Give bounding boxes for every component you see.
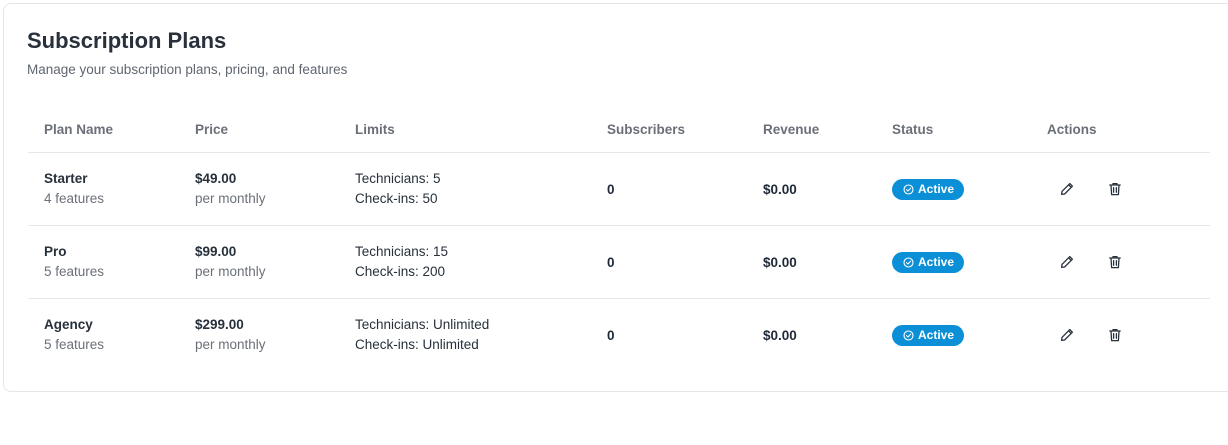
delete-plan-button[interactable] [1103,177,1127,201]
plan-features-count: 5 features [44,264,105,279]
column-header-actions: Actions [1047,122,1097,137]
subscription-plans-card: Subscription Plans Manage your subscript… [3,3,1228,392]
delete-plan-button[interactable] [1103,250,1127,274]
plan-billing-period: per monthly [195,264,266,279]
status-label: Active [918,328,955,342]
limit-checkins: Check-ins: 200 [355,264,446,279]
status-cell: Active [892,153,965,225]
trash-icon [1109,328,1121,342]
limits-cell: Technicians: Unlimited Check-ins: Unlimi… [355,299,489,371]
plan-name: Starter [44,171,88,186]
status-badge: Active [892,251,965,273]
revenue-cell: $0.00 [763,299,797,371]
revenue-value: $0.00 [763,254,797,270]
check-circle-icon [903,183,914,195]
actions-cell [1047,226,1127,298]
plan-name-cell: Starter 4 features [44,153,104,225]
status-badge: Active [892,178,965,200]
plan-name-cell: Agency 5 features [44,299,104,371]
edit-plan-button[interactable] [1055,177,1079,201]
check-circle-icon [903,329,914,341]
price-cell: $49.00 per monthly [195,153,266,225]
column-header-status: Status [892,122,934,137]
plan-name: Pro [44,244,67,259]
plan-features-count: 4 features [44,191,105,206]
plan-features-count: 5 features [44,337,105,352]
table-row: Pro 5 features $99.00 per monthly Techni… [28,225,1210,298]
status-badge: Active [892,324,965,346]
column-header-price: Price [195,122,229,137]
status-label: Active [918,255,955,269]
page-title: Subscription Plans [27,28,227,53]
plans-table: Plan Name Price Limits Subscribers Reven… [28,112,1210,371]
plan-billing-period: per monthly [195,337,266,352]
subscribers-cell: 0 [607,299,615,371]
pencil-icon [1060,182,1074,196]
edit-plan-button[interactable] [1055,323,1079,347]
limits-cell: Technicians: 5 Check-ins: 50 [355,153,441,225]
column-header-subscribers: Subscribers [607,122,686,137]
plan-price: $299.00 [195,317,244,332]
status-cell: Active [892,226,965,298]
row-actions [1047,250,1127,274]
plan-name-cell: Pro 5 features [44,226,104,298]
pencil-icon [1060,255,1074,269]
table-row: Agency 5 features $299.00 per monthly Te… [28,298,1210,371]
plan-billing-period: per monthly [195,191,266,206]
table-row: Starter 4 features $49.00 per monthly Te… [28,152,1210,225]
trash-icon [1109,182,1121,196]
column-header-plan-name: Plan Name [44,122,114,137]
limit-checkins: Check-ins: Unlimited [355,337,479,352]
column-header-revenue: Revenue [763,122,820,137]
subscriber-count: 0 [607,181,615,197]
trash-icon [1109,255,1121,269]
price-cell: $299.00 per monthly [195,299,266,371]
plan-price: $49.00 [195,171,237,186]
subscribers-cell: 0 [607,226,615,298]
table-header: Plan Name Price Limits Subscribers Reven… [28,112,1210,152]
limit-checkins: Check-ins: 50 [355,191,438,206]
check-circle-icon [903,256,914,268]
pencil-icon [1060,328,1074,342]
plan-name: Agency [44,317,93,332]
revenue-value: $0.00 [763,181,797,197]
limit-technicians: Technicians: 5 [355,171,441,186]
limits-cell: Technicians: 15 Check-ins: 200 [355,226,448,298]
row-actions [1047,323,1127,347]
status-label: Active [918,182,955,196]
subscriber-count: 0 [607,327,615,343]
revenue-cell: $0.00 [763,226,797,298]
column-header-limits: Limits [355,122,395,137]
subscriber-count: 0 [607,254,615,270]
actions-cell [1047,299,1127,371]
actions-cell [1047,153,1127,225]
revenue-cell: $0.00 [763,153,797,225]
row-actions [1047,177,1127,201]
limit-technicians: Technicians: Unlimited [355,317,490,332]
subscribers-cell: 0 [607,153,615,225]
edit-plan-button[interactable] [1055,250,1079,274]
page-subtitle: Manage your subscription plans, pricing,… [27,62,348,77]
plan-price: $99.00 [195,244,237,259]
revenue-value: $0.00 [763,327,797,343]
price-cell: $99.00 per monthly [195,226,266,298]
status-cell: Active [892,299,965,371]
limit-technicians: Technicians: 15 [355,244,449,259]
delete-plan-button[interactable] [1103,323,1127,347]
